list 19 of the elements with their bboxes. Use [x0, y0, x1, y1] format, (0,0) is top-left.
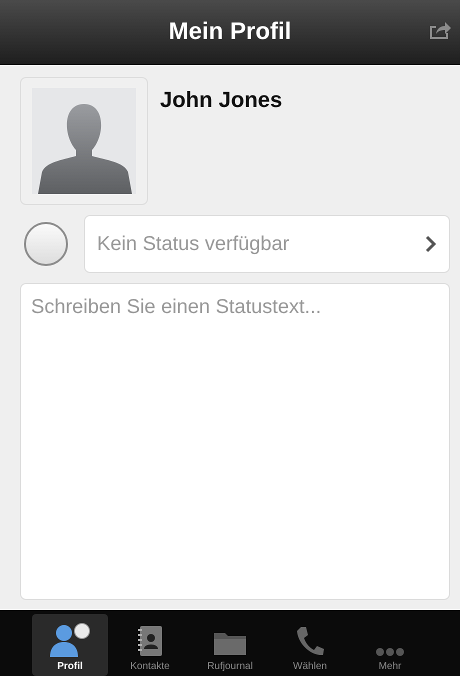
share-button[interactable] — [428, 20, 452, 40]
chevron-right-icon — [425, 235, 437, 253]
share-icon — [428, 20, 452, 40]
tab[interactable]: Mehr — [352, 614, 428, 676]
avatar-frame[interactable] — [20, 77, 148, 205]
person-silhouette-icon — [32, 88, 136, 194]
status-text-field[interactable]: Schreiben Sie einen Statustext... — [20, 283, 450, 600]
user-name: John Jones — [160, 87, 282, 114]
presence-indicator[interactable] — [24, 222, 68, 266]
tab[interactable]: Kontakte — [112, 614, 188, 676]
more-icon — [375, 647, 405, 657]
person-icon — [50, 623, 90, 657]
tab[interactable]: Rufjournal — [192, 614, 268, 676]
tab[interactable]: Wählen — [272, 614, 348, 676]
tab[interactable]: Profil — [32, 614, 108, 676]
status-selector[interactable]: Kein Status verfügbar — [84, 215, 450, 273]
address-book-icon — [136, 625, 164, 657]
window-title: Mein Profil — [168, 18, 292, 46]
phone-icon — [295, 625, 325, 657]
